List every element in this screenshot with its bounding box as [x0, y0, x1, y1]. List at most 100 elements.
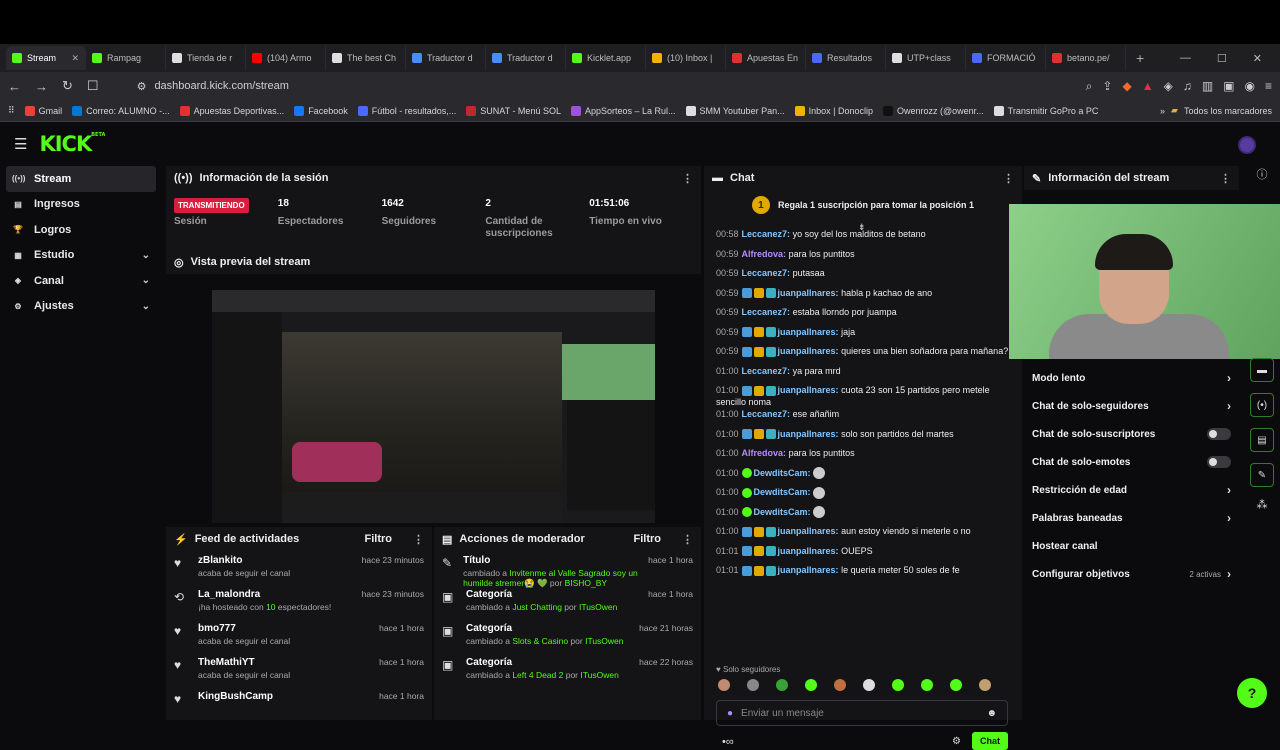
close-window-icon[interactable]: ✕ — [1253, 52, 1262, 65]
chevron-right-icon[interactable]: › — [1227, 511, 1231, 525]
emote-icon[interactable] — [950, 679, 962, 691]
mod-desc-by[interactable]: ITusOwen — [580, 670, 618, 680]
feed-user[interactable]: La_malondra — [198, 589, 331, 600]
emote-icon[interactable] — [718, 679, 730, 691]
chat-input[interactable]: ● Enviar un mensaje ☻ — [716, 700, 1008, 726]
chat-username[interactable]: juanpallnares: — [778, 526, 839, 536]
feed-user[interactable]: bmo777 — [198, 623, 290, 634]
sidebar-item-ajustes[interactable]: ⚙ Ajustes ⌄ — [6, 294, 156, 320]
kick-logo[interactable]: KICKBETA — [39, 132, 105, 156]
tab-4[interactable]: The best Ch — [326, 46, 406, 70]
rail-nodes-icon[interactable]: ⁂ — [1244, 498, 1280, 511]
bookmark-2[interactable]: Apuestas Deportivas... — [179, 105, 284, 116]
minimize-icon[interactable]: — — [1180, 52, 1191, 65]
tab-13[interactable]: betano.pe/ — [1046, 46, 1126, 70]
chat-username[interactable]: juanpallnares: — [778, 429, 839, 439]
info-icon[interactable]: ⓘ — [1244, 166, 1280, 182]
chat-username[interactable]: juanpallnares: — [778, 565, 839, 575]
tab-3[interactable]: (104) Armo — [246, 46, 326, 70]
feed-user[interactable]: zBlankito — [198, 555, 290, 566]
stream-preview-video[interactable] — [212, 290, 655, 523]
tab-close-icon[interactable]: ✕ — [71, 53, 79, 64]
rail-tools-icon[interactable]: ✎ — [1250, 463, 1274, 487]
bookmark-icon[interactable]: ☐ — [87, 78, 99, 94]
chat-username[interactable]: juanpallnares: — [778, 346, 839, 356]
chat-username[interactable]: Leccanez7: — [742, 366, 791, 376]
tab-1[interactable]: Rampag — [86, 46, 166, 70]
chat-username[interactable]: DewditsCam: — [754, 507, 811, 517]
setting-toggle[interactable] — [1207, 456, 1231, 468]
more-bookmarks-icon[interactable]: » — [1160, 106, 1165, 116]
chat-username[interactable]: Leccanez7: — [742, 229, 791, 239]
tab-7[interactable]: Kicklet.app — [566, 46, 646, 70]
emoji-icon[interactable]: ☻ — [986, 708, 997, 719]
bookmark-7[interactable]: SMM Youtuber Pan... — [685, 105, 785, 116]
setting-row[interactable]: Modo lento › — [1024, 364, 1239, 392]
pinned-gift-banner[interactable]: 1 Regala 1 suscripción para tomar la pos… — [704, 190, 1022, 220]
new-tab-icon[interactable]: + — [1126, 50, 1154, 66]
emote-icon[interactable] — [979, 679, 991, 691]
sidebar-item-logros[interactable]: 🏆 Logros — [6, 217, 156, 243]
chat-username[interactable]: DewditsCam: — [754, 468, 811, 478]
tab-2[interactable]: Tienda de r — [166, 46, 246, 70]
emote-icon[interactable] — [892, 679, 904, 691]
forward-icon[interactable]: → — [35, 79, 48, 94]
chevron-down-icon[interactable]: ⌄ — [142, 250, 150, 261]
setting-row[interactable]: Configurar objetivos 2 activas › — [1024, 560, 1239, 588]
emote-icon[interactable] — [747, 679, 759, 691]
brave-shield-icon[interactable]: ◆ — [1122, 79, 1131, 94]
tab-9[interactable]: Apuestas En — [726, 46, 806, 70]
rail-broadcast-icon[interactable]: (•) — [1250, 393, 1274, 417]
chat-username[interactable]: juanpallnares: — [778, 327, 839, 337]
chat-username[interactable]: juanpallnares: — [778, 385, 839, 395]
chat-username[interactable]: Leccanez7: — [742, 268, 791, 278]
emote-icon[interactable] — [834, 679, 846, 691]
bookmark-0[interactable]: Gmail — [24, 105, 62, 116]
all-bookmarks-label[interactable]: Todos los marcadores — [1184, 106, 1272, 116]
mod-desc-by[interactable]: ITusOwen — [579, 602, 617, 612]
bookmark-10[interactable]: Transmitir GoPro a PC — [993, 105, 1098, 116]
chat-more-icon[interactable]: ⋮ — [1003, 172, 1014, 185]
puzzle-icon[interactable]: ◈ — [1164, 79, 1173, 94]
user-avatar[interactable] — [1238, 136, 1256, 154]
reload-icon[interactable]: ↻ — [62, 78, 73, 94]
rail-mod-icon[interactable]: ▤ — [1250, 428, 1274, 452]
bookmark-1[interactable]: Correo: ALUMNO -... — [72, 105, 170, 116]
bookmark-5[interactable]: SUNAT - Menú SOL — [466, 105, 561, 116]
mic-icon[interactable]: ● — [727, 708, 733, 719]
setting-row[interactable]: Restricción de edad › — [1024, 476, 1239, 504]
sidebar-item-canal[interactable]: ◈ Canal ⌄ — [6, 268, 156, 294]
mod-desc-by[interactable]: ITusOwen — [585, 636, 623, 646]
chat-settings-icon[interactable]: ⚙ — [952, 736, 961, 747]
chevron-right-icon[interactable]: › — [1227, 399, 1231, 413]
feed-filter-button[interactable]: Filtro — [365, 533, 393, 545]
chevron-right-icon[interactable]: › — [1227, 567, 1231, 581]
chevron-right-icon[interactable]: › — [1227, 371, 1231, 385]
feed-more-icon[interactable]: ⋮ — [413, 533, 424, 546]
url-field[interactable]: ⚙ dashboard.kick.com/stream — [129, 75, 889, 97]
setting-row[interactable]: Chat de solo-seguidores › — [1024, 392, 1239, 420]
chevron-down-icon[interactable]: ⌄ — [142, 301, 150, 312]
emote-icon[interactable] — [921, 679, 933, 691]
apps-grid-icon[interactable]: ⠿ — [8, 105, 15, 116]
tab-11[interactable]: UTP+class — [886, 46, 966, 70]
setting-row[interactable]: Chat de solo-emotes — [1024, 448, 1239, 476]
zoom-icon[interactable]: ⌕ — [1086, 79, 1093, 94]
sidebar-item-ingresos[interactable]: ▤ Ingresos — [6, 192, 156, 218]
bookmark-4[interactable]: Fútbol - resultados,... — [357, 105, 456, 116]
bookmark-6[interactable]: AppSorteos – La Rul... — [570, 105, 676, 116]
menu-icon[interactable]: ≡ — [1265, 79, 1272, 94]
emote-icon[interactable] — [776, 679, 788, 691]
emote-icon[interactable] — [863, 679, 875, 691]
vpn-icon[interactable]: ◉ — [1245, 79, 1255, 94]
setting-row[interactable]: Hostear canal — [1024, 532, 1239, 560]
chevron-right-icon[interactable]: › — [1227, 483, 1231, 497]
wallet-icon[interactable]: ▣ — [1223, 79, 1234, 94]
tab-12[interactable]: FORMACIÓ — [966, 46, 1046, 70]
site-info-icon[interactable]: ⚙ — [137, 80, 147, 93]
emote-icon[interactable] — [805, 679, 817, 691]
tab-10[interactable]: Resultados — [806, 46, 886, 70]
setting-row[interactable]: Chat de solo-suscriptores — [1024, 420, 1239, 448]
bookmark-3[interactable]: Facebook — [294, 105, 348, 116]
setting-row[interactable]: Palabras baneadas › — [1024, 504, 1239, 532]
